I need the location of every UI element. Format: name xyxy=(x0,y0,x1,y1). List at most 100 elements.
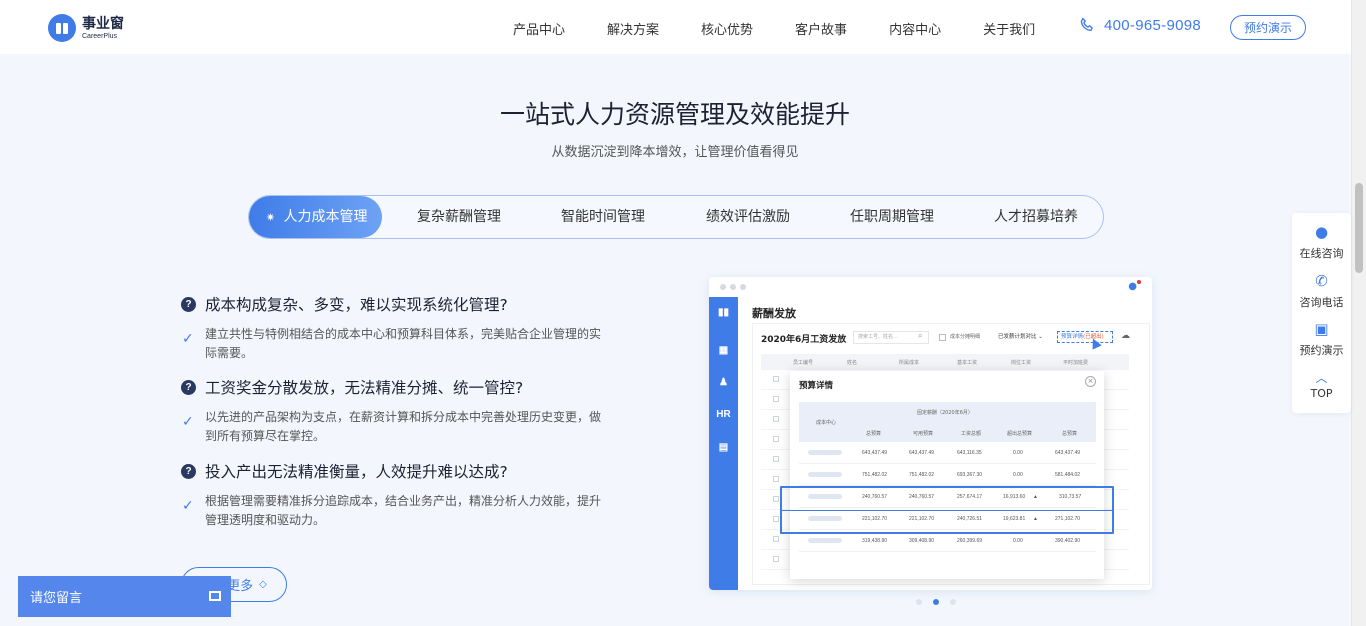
printer-icon: ▤ xyxy=(718,442,729,453)
feature-tabs: ✷ 人力成本管理 复杂薪酬管理 智能时间管理 绩效评估激励 任职周期管理 人才招募… xyxy=(248,195,1104,239)
pager-dot[interactable] xyxy=(950,599,956,605)
logo[interactable]: 事业窗 CareerPlus xyxy=(48,14,124,42)
feature-desc: 建立共性与特例相结合的成本中心和预算科目体系，完美贴合企业管理的实际需要。 xyxy=(205,327,602,360)
tab-performance[interactable]: 绩效评估激励 xyxy=(706,196,790,238)
top-header: 事业窗 CareerPlus 产品中心 解决方案 核心优势 客户故事 内容中心 … xyxy=(0,0,1366,54)
section-title: 一站式人力资源管理及效能提升 xyxy=(499,100,850,129)
feature-item: ? 投入产出无法精准衡量，人效提升难以达成? ✓ 根据管理需要精准拆分追踪成本，结合… xyxy=(181,460,609,530)
mock-col-header: 基本工资 xyxy=(957,360,978,366)
nav-content-center[interactable]: 内容中心 xyxy=(889,19,941,38)
feature-desc: 以先进的产品架构为支点，在薪资计算和拆分成本中完善处理历史变更，做到所有预算尽在… xyxy=(205,410,602,443)
budget-cell: 0.00 xyxy=(1013,472,1023,478)
budget-cell: 0.00 xyxy=(1013,450,1023,456)
tab-smart-time[interactable]: 智能时间管理 xyxy=(561,196,645,238)
window-dot-icon xyxy=(730,284,736,290)
budget-cell: 0.00 xyxy=(1013,538,1023,544)
online-consult-button[interactable]: ● 在线咨询 xyxy=(1292,223,1351,261)
logo-icon xyxy=(48,14,76,42)
budget-cell: 751,482.02 xyxy=(862,472,888,478)
mock-select-label: 已发薪计划对比 xyxy=(998,334,1037,340)
mock-link-label: 预算详情 xyxy=(1061,334,1084,340)
nav-customer-stories[interactable]: 客户故事 xyxy=(795,19,847,38)
phone-consult-button[interactable]: ✆ 咨询电话 xyxy=(1292,272,1351,310)
chevron-up-icon: ︿ xyxy=(1315,371,1328,385)
leave-message-bar[interactable]: 请您留言 xyxy=(18,576,231,617)
mock-page-title: 薪酬发放 xyxy=(752,307,796,320)
phone-contact[interactable]: 400-965-9098 xyxy=(1078,16,1201,34)
window-dot-icon xyxy=(740,284,746,290)
back-to-top-button[interactable]: ︿ TOP xyxy=(1292,369,1351,400)
nav-about-us[interactable]: 关于我们 xyxy=(983,19,1035,38)
nav-products[interactable]: 产品中心 xyxy=(513,19,565,38)
nav-advantages[interactable]: 核心优势 xyxy=(701,19,753,38)
budget-col-header: 可用预算 xyxy=(913,431,934,437)
window-titlebar: ● xyxy=(709,277,1152,297)
mock-col-header: 岗位工资 xyxy=(1011,360,1032,366)
check-icon: ✓ xyxy=(182,331,194,347)
budget-col-header: 总预算 xyxy=(866,431,882,437)
mock-table-header: 员工编号 姓名 所属成本 基本工资 岗位工资 平时加班费 xyxy=(761,354,1129,370)
phone-consult-label: 咨询电话 xyxy=(1299,296,1344,309)
logo-name: 事业窗 xyxy=(82,15,124,32)
feature-item: ? 成本构成复杂、多变，难以实现系统化管理? ✓ 建立共性与特例相结合的成本中心和预… xyxy=(181,293,609,363)
section-subtitle: 从数据沉淀到降本增效，让管理价值看得见 xyxy=(551,145,799,160)
close-icon: × xyxy=(1085,376,1096,387)
feature-title: 投入产出无法精准衡量，人效提升难以达成? xyxy=(205,463,508,481)
book-demo-side-button[interactable]: ▣ 预约演示 xyxy=(1292,320,1351,358)
tab-talent[interactable]: 人才招募培养 xyxy=(994,196,1078,238)
budget-detail-popup: 预算详情 × 成本中心 固定薪酬（2020年6月） 总预算 可用预算 工资总额 … xyxy=(790,371,1104,579)
book-demo-label: 预约演示 xyxy=(1299,344,1344,357)
budget-table-header: 成本中心 固定薪酬（2020年6月） 总预算 可用预算 工资总额 超出总预算 总… xyxy=(799,402,1096,442)
mock-budget-link: 预算详情(已超出) xyxy=(1057,331,1113,343)
question-icon: ? xyxy=(181,379,196,395)
mock-select: 已发薪计划对比 ⌄ xyxy=(998,334,1043,340)
maximize-icon[interactable] xyxy=(209,591,221,601)
logo-subname: CareerPlus xyxy=(82,32,118,40)
budget-cell: 581,484.02 xyxy=(1055,472,1081,478)
person-icon: ♟ xyxy=(719,377,728,388)
logo-icon: ▮▮ xyxy=(717,307,729,318)
pager-dot[interactable] xyxy=(916,599,922,605)
budget-group-header: 固定薪酬（2020年6月） xyxy=(917,410,973,416)
mock-col-header: 所属成本 xyxy=(899,360,920,366)
online-consult-label: 在线咨询 xyxy=(1299,247,1344,260)
popup-title: 预算详情 xyxy=(799,381,834,391)
check-icon: ✓ xyxy=(182,414,194,430)
question-icon: ? xyxy=(181,296,196,312)
mock-col-header: 员工编号 xyxy=(793,360,814,366)
highlight-divider xyxy=(780,510,1114,511)
feature-title: 工资奖金分散发放，无法精准分摊、统一管控? xyxy=(205,379,524,397)
phone-icon xyxy=(1080,17,1093,32)
budget-cell: 693,367.30 xyxy=(957,472,983,478)
tab-hr-cost[interactable]: ✷ 人力成本管理 xyxy=(249,196,382,238)
leave-message-label: 请您留言 xyxy=(30,591,83,606)
tab-complex-payroll[interactable]: 复杂薪酬管理 xyxy=(417,196,501,238)
search-icon: ⌕ xyxy=(918,331,923,340)
mock-checkbox xyxy=(939,334,946,341)
tab-tenure-cycle[interactable]: 任职周期管理 xyxy=(850,196,934,238)
pager-dot-active[interactable] xyxy=(933,599,939,605)
page-scrollbar[interactable] xyxy=(1351,0,1366,626)
budget-cell: 643,116.35 xyxy=(957,450,982,456)
notification-dot xyxy=(1137,280,1141,284)
budget-cell: 643,437.49 xyxy=(1055,450,1081,456)
book-demo-button[interactable]: 预约演示 xyxy=(1230,15,1306,40)
nav-solutions[interactable]: 解决方案 xyxy=(607,19,659,38)
phone-number: 400-965-9098 xyxy=(1104,16,1202,34)
floating-toolbar: ● 在线咨询 ✆ 咨询电话 ▣ 预约演示 ︿ TOP xyxy=(1292,213,1351,413)
budget-cell: 260,399.69 xyxy=(957,538,983,544)
budget-cell: 390,402.90 xyxy=(1055,538,1081,544)
budget-col-header: 超出总预算 xyxy=(1007,431,1033,437)
budget-cell: 751,482.02 xyxy=(909,472,935,478)
window-dot-icon xyxy=(720,284,726,290)
scrollbar-thumb[interactable] xyxy=(1355,183,1363,273)
mock-option: 成本分摊明细 xyxy=(950,334,981,340)
mock-col-header: 姓名 xyxy=(847,360,858,366)
arrow-icon: ◇ xyxy=(259,579,267,590)
feature-title: 成本构成复杂、多变，难以实现系统化管理? xyxy=(205,296,508,314)
budget-col-header: 工资总额 xyxy=(961,431,982,437)
budget-row: 751,482.02 751,482.02 693,367.30 0.00 58… xyxy=(799,464,1096,486)
back-to-top-label: TOP xyxy=(1310,387,1333,400)
product-screenshot: ● ▮▮ ▦ ♟ HR ▤ 薪酬发放 2020年6月工资发放 搜索工号、姓名..… xyxy=(709,277,1152,590)
budget-col-header: 总预算 xyxy=(1062,431,1078,437)
